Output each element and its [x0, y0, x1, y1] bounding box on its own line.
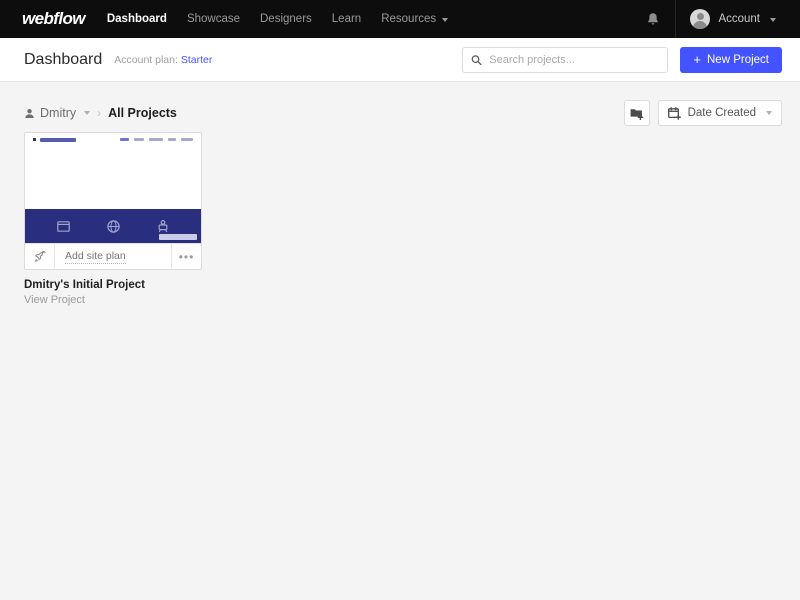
primary-nav: Dashboard Showcase Designers Learn Resou…: [107, 13, 449, 25]
add-site-plan-link[interactable]: Add site plan: [65, 250, 126, 264]
nav-link-label: Resources: [381, 13, 437, 25]
rocket-icon: [34, 250, 46, 262]
nav-link-dashboard[interactable]: Dashboard: [107, 13, 167, 25]
chevron-down-icon: [770, 18, 776, 22]
page-title: Dashboard: [24, 50, 103, 68]
account-label: Account: [718, 13, 760, 25]
account-plan-prefix: Account plan:: [114, 53, 178, 66]
nav-link-label: Dashboard: [106, 13, 167, 25]
thumbnail-site-nav: [25, 133, 201, 146]
search-icon: [472, 54, 482, 65]
projects-grid: Add site plan ••• Dmitry's Initial Proje…: [0, 132, 800, 306]
window-icon: [57, 220, 71, 232]
account-plan: Account plan: Starter: [114, 54, 212, 66]
nav-link-learn[interactable]: Learn: [332, 13, 361, 25]
robot-icon: [158, 219, 168, 232]
calendar-add-icon: [667, 106, 681, 120]
nav-link-showcase[interactable]: Showcase: [187, 13, 240, 25]
new-project-button[interactable]: + New Project: [680, 46, 782, 73]
search-box[interactable]: [462, 46, 669, 73]
account-plan-link[interactable]: Starter: [181, 54, 213, 66]
thumbnail-footer-band: [25, 209, 201, 243]
chevron-down-icon: [442, 18, 449, 22]
thumbnail-nav-item: [181, 138, 193, 141]
breadcrumb-row: Dmitry › All Projects Date Created: [0, 94, 800, 132]
new-folder-icon: [630, 108, 643, 120]
sort-dropdown[interactable]: Date Created: [657, 100, 782, 126]
breadcrumb-current: All Projects: [108, 106, 177, 120]
nav-link-resources[interactable]: Resources: [381, 13, 449, 25]
site-plan-cell: Add site plan: [55, 244, 171, 269]
breadcrumb-user[interactable]: Dmitry: [24, 106, 91, 120]
plus-icon: +: [693, 51, 701, 67]
header-actions: + New Project: [462, 46, 782, 73]
new-project-label: New Project: [707, 53, 769, 66]
webflow-logo[interactable]: webflow: [22, 9, 85, 29]
chevron-down-icon: [84, 111, 91, 115]
nav-link-label: Showcase: [186, 13, 240, 25]
project-card-actions: Add site plan •••: [25, 243, 201, 269]
thumbnail-nav-links: [120, 138, 193, 141]
project-card-frame[interactable]: Add site plan •••: [24, 132, 202, 270]
bell-icon: [648, 12, 659, 24]
search-input[interactable]: [489, 53, 660, 66]
project-menu-button[interactable]: •••: [171, 244, 201, 269]
project-thumbnail[interactable]: [25, 133, 201, 243]
publish-button[interactable]: [25, 244, 55, 269]
person-icon: [25, 108, 34, 118]
thumbnail-nav-item: [120, 138, 129, 141]
top-navbar: webflow Dashboard Showcase Designers Lea…: [0, 0, 800, 38]
notifications-button[interactable]: [631, 0, 675, 38]
view-project-link[interactable]: View Project: [24, 294, 202, 306]
thumbnail-logo-mark: [33, 138, 36, 141]
thumbnail-brand-bar: [40, 137, 76, 142]
breadcrumb-actions: Date Created: [623, 100, 782, 126]
sort-label: Date Created: [687, 107, 756, 119]
nav-link-label: Learn: [331, 13, 362, 25]
nav-right-group: Account: [631, 0, 786, 38]
new-folder-button[interactable]: [623, 100, 650, 126]
thumbnail-hero-area: [25, 146, 201, 209]
thumbnail-nav-item: [134, 138, 144, 141]
breadcrumb-separator: ›: [97, 106, 102, 120]
globe-icon: [107, 219, 120, 233]
chevron-down-icon: [766, 111, 772, 115]
nav-link-designers[interactable]: Designers: [260, 13, 312, 25]
account-menu[interactable]: Account: [675, 0, 786, 38]
project-card: Add site plan ••• Dmitry's Initial Proje…: [24, 132, 202, 306]
nav-link-label: Designers: [260, 13, 312, 25]
page-header: Dashboard Account plan: Starter + New Pr…: [0, 38, 800, 82]
breadcrumb-user-label: Dmitry: [40, 106, 77, 120]
project-title: Dmitry's Initial Project: [24, 279, 145, 291]
thumbnail-footer-badge: [159, 234, 197, 240]
thumbnail-nav-item: [168, 138, 176, 141]
thumbnail-nav-item: [149, 138, 163, 141]
user-avatar-icon: [690, 9, 711, 29]
